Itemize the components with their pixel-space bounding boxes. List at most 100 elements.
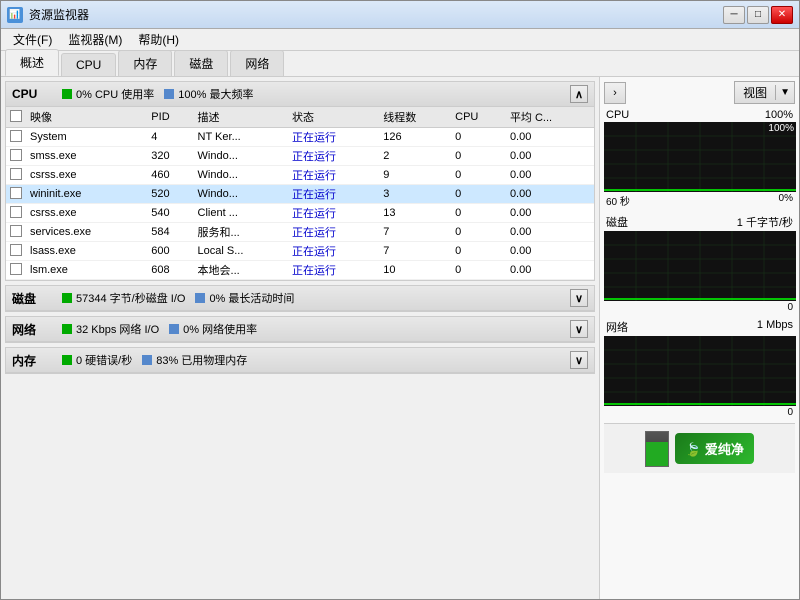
header-checkbox[interactable] — [10, 110, 22, 122]
row-checkbox[interactable] — [6, 147, 26, 166]
table-row[interactable]: services.exe 584 服务和... 正在运行 7 0 0.00 — [6, 223, 594, 242]
disk-chart-container: 磁盘 1 千字节/秒 — [604, 213, 795, 314]
row-checkbox[interactable] — [6, 128, 26, 147]
tab-overview[interactable]: 概述 — [5, 49, 59, 76]
memory-usage-dot — [142, 355, 152, 365]
row-name: smss.exe — [26, 147, 147, 166]
brand-label: 爱纯净 — [705, 442, 744, 457]
process-checkbox[interactable] — [10, 130, 22, 142]
table-row[interactable]: csrss.exe 540 Client ... 正在运行 13 0 0.00 — [6, 204, 594, 223]
col-image[interactable]: 映像 — [26, 107, 147, 128]
cpu-usage-dot — [62, 89, 72, 99]
row-avg: 0.00 — [506, 185, 594, 204]
main-window: 📊 资源监视器 ─ □ ✕ 文件(F) 监视器(M) 帮助(H) 概述 CPU … — [0, 0, 800, 600]
disk-io-dot — [62, 293, 72, 303]
row-checkbox[interactable] — [6, 261, 26, 280]
network-chart-label-row: 网络 1 Mbps — [604, 318, 795, 336]
process-checkbox[interactable] — [10, 244, 22, 256]
table-row[interactable]: lsass.exe 600 Local S... 正在运行 7 0 0.00 — [6, 242, 594, 261]
row-status: 正在运行 — [288, 261, 379, 280]
tab-disk[interactable]: 磁盘 — [174, 50, 228, 76]
network-usage-label: 0% 网络使用率 — [183, 321, 257, 337]
cpu-table-wrapper[interactable]: 映像 PID 描述 状态 线程数 CPU 平均 C... System — [6, 107, 594, 280]
process-checkbox[interactable] — [10, 168, 22, 180]
minimize-button[interactable]: ─ — [723, 6, 745, 24]
network-usage-indicator: 0% 网络使用率 — [169, 321, 257, 337]
right-panel-collapse-button[interactable]: › — [604, 82, 626, 104]
tab-cpu[interactable]: CPU — [61, 53, 116, 76]
table-row[interactable]: csrss.exe 460 Windo... 正在运行 9 0 0.00 — [6, 166, 594, 185]
row-checkbox[interactable] — [6, 242, 26, 261]
row-name: services.exe — [26, 223, 147, 242]
col-status[interactable]: 状态 — [288, 107, 379, 128]
process-checkbox[interactable] — [10, 206, 22, 218]
row-pid: 584 — [147, 223, 193, 242]
col-threads[interactable]: 线程数 — [379, 107, 451, 128]
row-pid: 540 — [147, 204, 193, 223]
view-button[interactable]: 视图 ▼ — [734, 81, 795, 104]
table-row[interactable]: lsm.exe 608 本地会... 正在运行 10 0 0.00 — [6, 261, 594, 280]
cpu-expand-button[interactable]: ∧ — [570, 85, 588, 103]
table-row[interactable]: wininit.exe 520 Windo... 正在运行 3 0 0.00 — [6, 185, 594, 204]
cpu-usage-indicator: 0% CPU 使用率 — [62, 86, 154, 102]
view-dropdown-arrow[interactable]: ▼ — [775, 85, 794, 100]
cpu-chart-container: CPU 100% — [604, 108, 795, 209]
row-threads: 2 — [379, 147, 451, 166]
row-checkbox[interactable] — [6, 223, 26, 242]
menu-monitor[interactable]: 监视器(M) — [60, 29, 130, 50]
col-checkbox[interactable] — [6, 107, 26, 128]
row-checkbox[interactable] — [6, 166, 26, 185]
memory-fill — [646, 442, 668, 466]
cpu-table-header: 映像 PID 描述 状态 线程数 CPU 平均 C... — [6, 107, 594, 128]
cpu-chart-100: 100% — [768, 123, 794, 134]
close-button[interactable]: ✕ — [771, 6, 793, 24]
row-name: lsm.exe — [26, 261, 147, 280]
cpu-usage-label: 0% CPU 使用率 — [76, 86, 154, 102]
cpu-chart-time: 60 秒 — [606, 193, 630, 208]
row-cpu: 0 — [451, 242, 506, 261]
col-avg[interactable]: 平均 C... — [506, 107, 594, 128]
row-checkbox[interactable] — [6, 185, 26, 204]
memory-expand-button[interactable]: ∨ — [570, 351, 588, 369]
table-row[interactable]: System 4 NT Ker... 正在运行 126 0 0.00 — [6, 128, 594, 147]
network-expand-button[interactable]: ∨ — [570, 320, 588, 338]
process-checkbox[interactable] — [10, 187, 22, 199]
app-icon: 📊 — [7, 7, 23, 23]
row-cpu: 0 — [451, 166, 506, 185]
network-chart-label: 网络 — [606, 319, 628, 335]
row-status: 正在运行 — [288, 204, 379, 223]
row-name: csrss.exe — [26, 166, 147, 185]
disk-chart-footer: 0 — [604, 301, 795, 314]
col-pid[interactable]: PID — [147, 107, 193, 128]
table-row[interactable]: smss.exe 320 Windo... 正在运行 2 0 0.00 — [6, 147, 594, 166]
row-checkbox[interactable] — [6, 204, 26, 223]
process-checkbox[interactable] — [10, 149, 22, 161]
network-section: 网络 32 Kbps 网络 I/O 0% 网络使用率 ∨ — [5, 316, 595, 343]
cpu-freq-dot — [164, 89, 174, 99]
disk-expand-button[interactable]: ∨ — [570, 289, 588, 307]
row-status: 正在运行 — [288, 128, 379, 147]
maximize-button[interactable]: □ — [747, 6, 769, 24]
row-name: System — [26, 128, 147, 147]
row-cpu: 0 — [451, 185, 506, 204]
menu-help[interactable]: 帮助(H) — [130, 29, 187, 50]
col-cpu[interactable]: CPU — [451, 107, 506, 128]
cpu-chart-value: 100% — [765, 109, 793, 121]
disk-chart-zero: 0 — [787, 302, 793, 313]
row-threads: 10 — [379, 261, 451, 280]
process-checkbox[interactable] — [10, 263, 22, 275]
tab-memory[interactable]: 内存 — [118, 50, 172, 76]
row-desc: 服务和... — [194, 223, 288, 242]
network-chart-value: 1 Mbps — [757, 319, 793, 335]
row-threads: 13 — [379, 204, 451, 223]
col-desc[interactable]: 描述 — [194, 107, 288, 128]
tab-network[interactable]: 网络 — [230, 50, 284, 76]
row-status: 正在运行 — [288, 166, 379, 185]
network-chart-footer: 0 — [604, 406, 795, 419]
disk-io-indicator: 57344 字节/秒磁盘 I/O — [62, 290, 185, 306]
menu-file[interactable]: 文件(F) — [5, 29, 60, 50]
network-title: 网络 — [12, 321, 52, 338]
right-panel-header: › 视图 ▼ — [604, 81, 795, 104]
disk-chart-svg — [604, 231, 796, 301]
process-checkbox[interactable] — [10, 225, 22, 237]
